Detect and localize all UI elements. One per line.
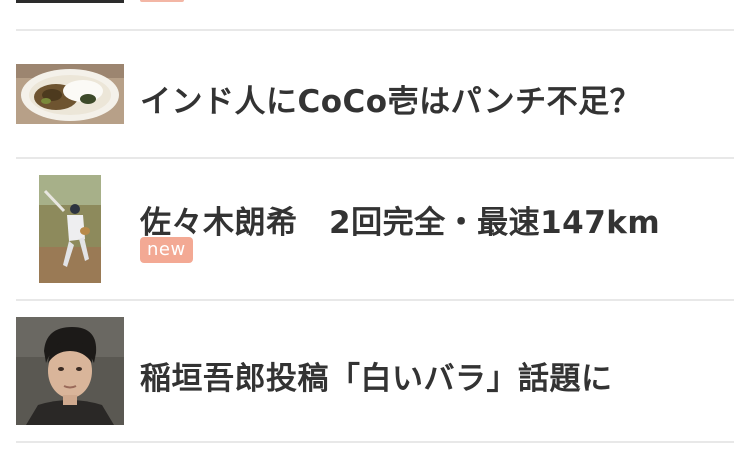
divider — [16, 441, 734, 443]
headline[interactable]: インド人にCoCo壱はパンチ不足？ — [140, 76, 641, 121]
man-portrait-photo-icon[interactable] — [16, 317, 124, 425]
previous-item-badge — [140, 0, 184, 2]
new-badge: new — [140, 237, 193, 263]
news-item-inagaki[interactable]: 稲垣吾郎投稿「白いバラ」話題に — [0, 301, 750, 441]
baseball-pitcher-photo-icon[interactable] — [39, 175, 101, 283]
headline[interactable]: 佐々木朗希 2回完全・最速147km — [140, 197, 660, 242]
news-item-sasaki[interactable]: 佐々木朗希 2回完全・最速147km new — [0, 159, 750, 299]
news-item-coco-curry[interactable]: インド人にCoCo壱はパンチ不足？ — [0, 31, 750, 157]
previous-item-thumbnail[interactable] — [16, 0, 124, 3]
curry-plate-photo-icon[interactable] — [16, 64, 124, 124]
news-list: インド人にCoCo壱はパンチ不足？ 佐々木朗希 2回完全・最速147km new — [0, 0, 750, 457]
headline[interactable]: 稲垣吾郎投稿「白いバラ」話題に — [140, 353, 613, 398]
